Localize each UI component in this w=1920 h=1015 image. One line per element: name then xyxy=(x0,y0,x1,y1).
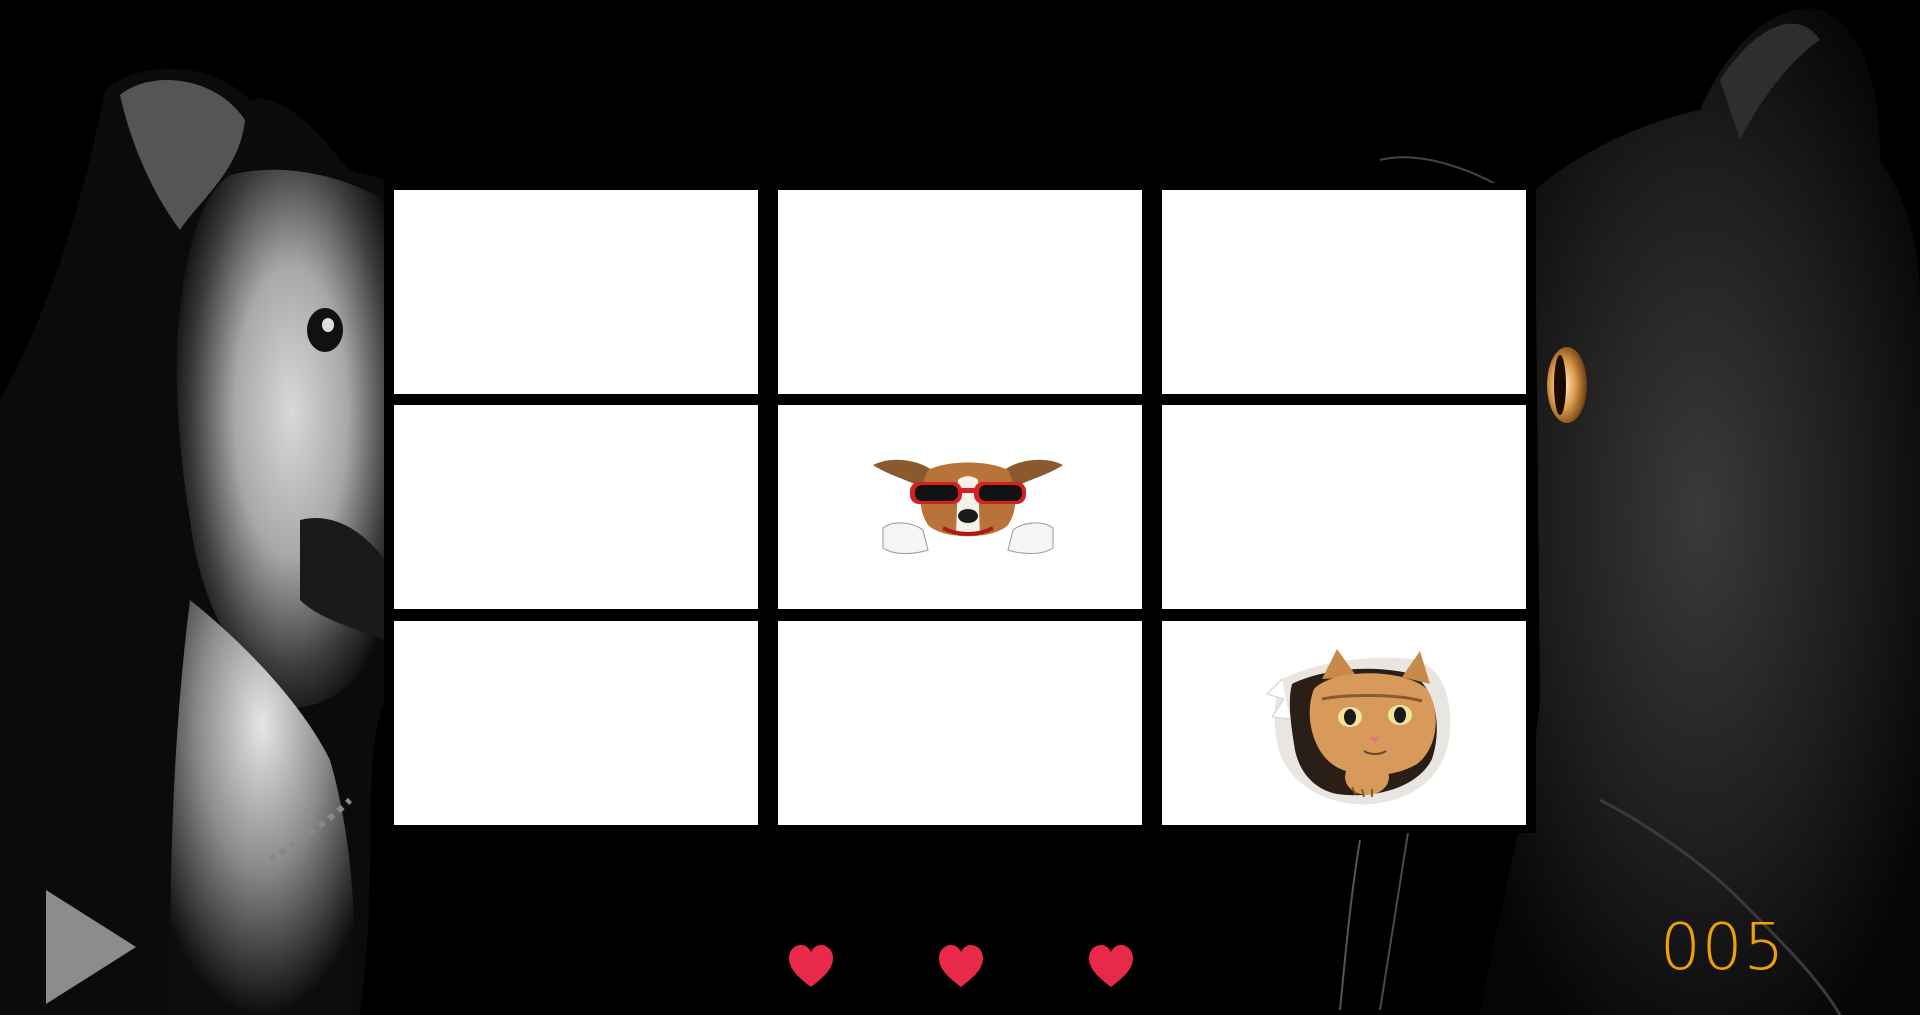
score-counter: 005 xyxy=(1660,911,1786,985)
board-cell-r3-c1[interactable] xyxy=(394,621,758,825)
game-board xyxy=(384,183,1536,833)
play-icon xyxy=(46,890,136,1004)
heart-icon xyxy=(939,945,983,987)
board-cell-r2-c3[interactable] xyxy=(1162,405,1526,609)
board-cell-r1-c2[interactable] xyxy=(778,190,1142,394)
board-cell-r2-c1[interactable] xyxy=(394,405,758,609)
heart-icon xyxy=(789,945,833,987)
lives-indicator xyxy=(780,945,1160,995)
heart-icon xyxy=(1089,945,1133,987)
board-cell-r1-c1[interactable] xyxy=(394,190,758,394)
cat-peeking-image xyxy=(1252,639,1462,811)
board-cell-r3-c3[interactable] xyxy=(1162,621,1526,825)
game-screen: 005 xyxy=(0,0,1920,1015)
board-cell-r1-c3[interactable] xyxy=(1162,190,1526,394)
play-button[interactable] xyxy=(44,888,138,1006)
dog-with-sunglasses-image xyxy=(873,459,1063,554)
dog-portrait xyxy=(0,68,385,1015)
board-cell-r3-c2[interactable] xyxy=(778,621,1142,825)
board-cell-r2-c2[interactable] xyxy=(778,405,1142,609)
